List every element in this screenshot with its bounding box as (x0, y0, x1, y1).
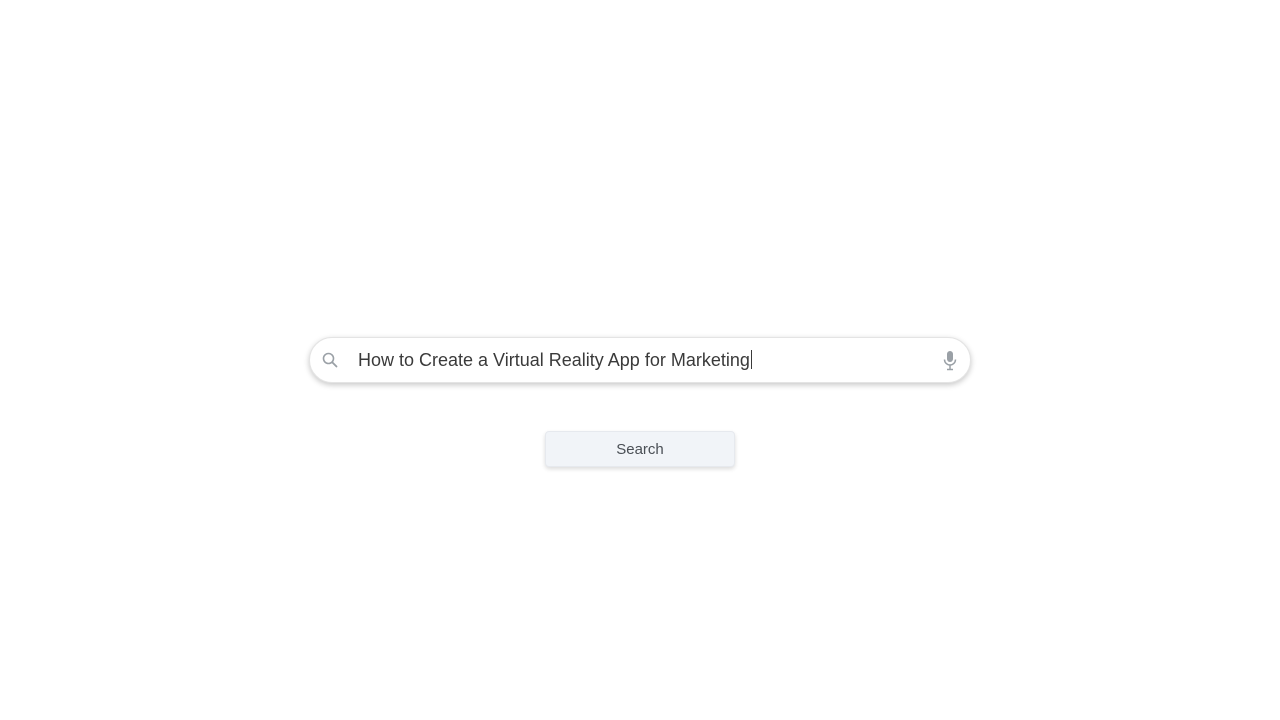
search-button[interactable]: Search (545, 431, 735, 467)
search-input-value: How to Create a Virtual Reality App for … (358, 350, 750, 370)
search-icon[interactable] (321, 351, 339, 369)
search-bar[interactable]: How to Create a Virtual Reality App for … (309, 337, 971, 383)
search-page: How to Create a Virtual Reality App for … (0, 0, 1280, 720)
search-input[interactable]: How to Create a Virtual Reality App for … (358, 346, 928, 374)
microphone-icon[interactable] (942, 350, 958, 372)
text-caret (750, 350, 752, 369)
